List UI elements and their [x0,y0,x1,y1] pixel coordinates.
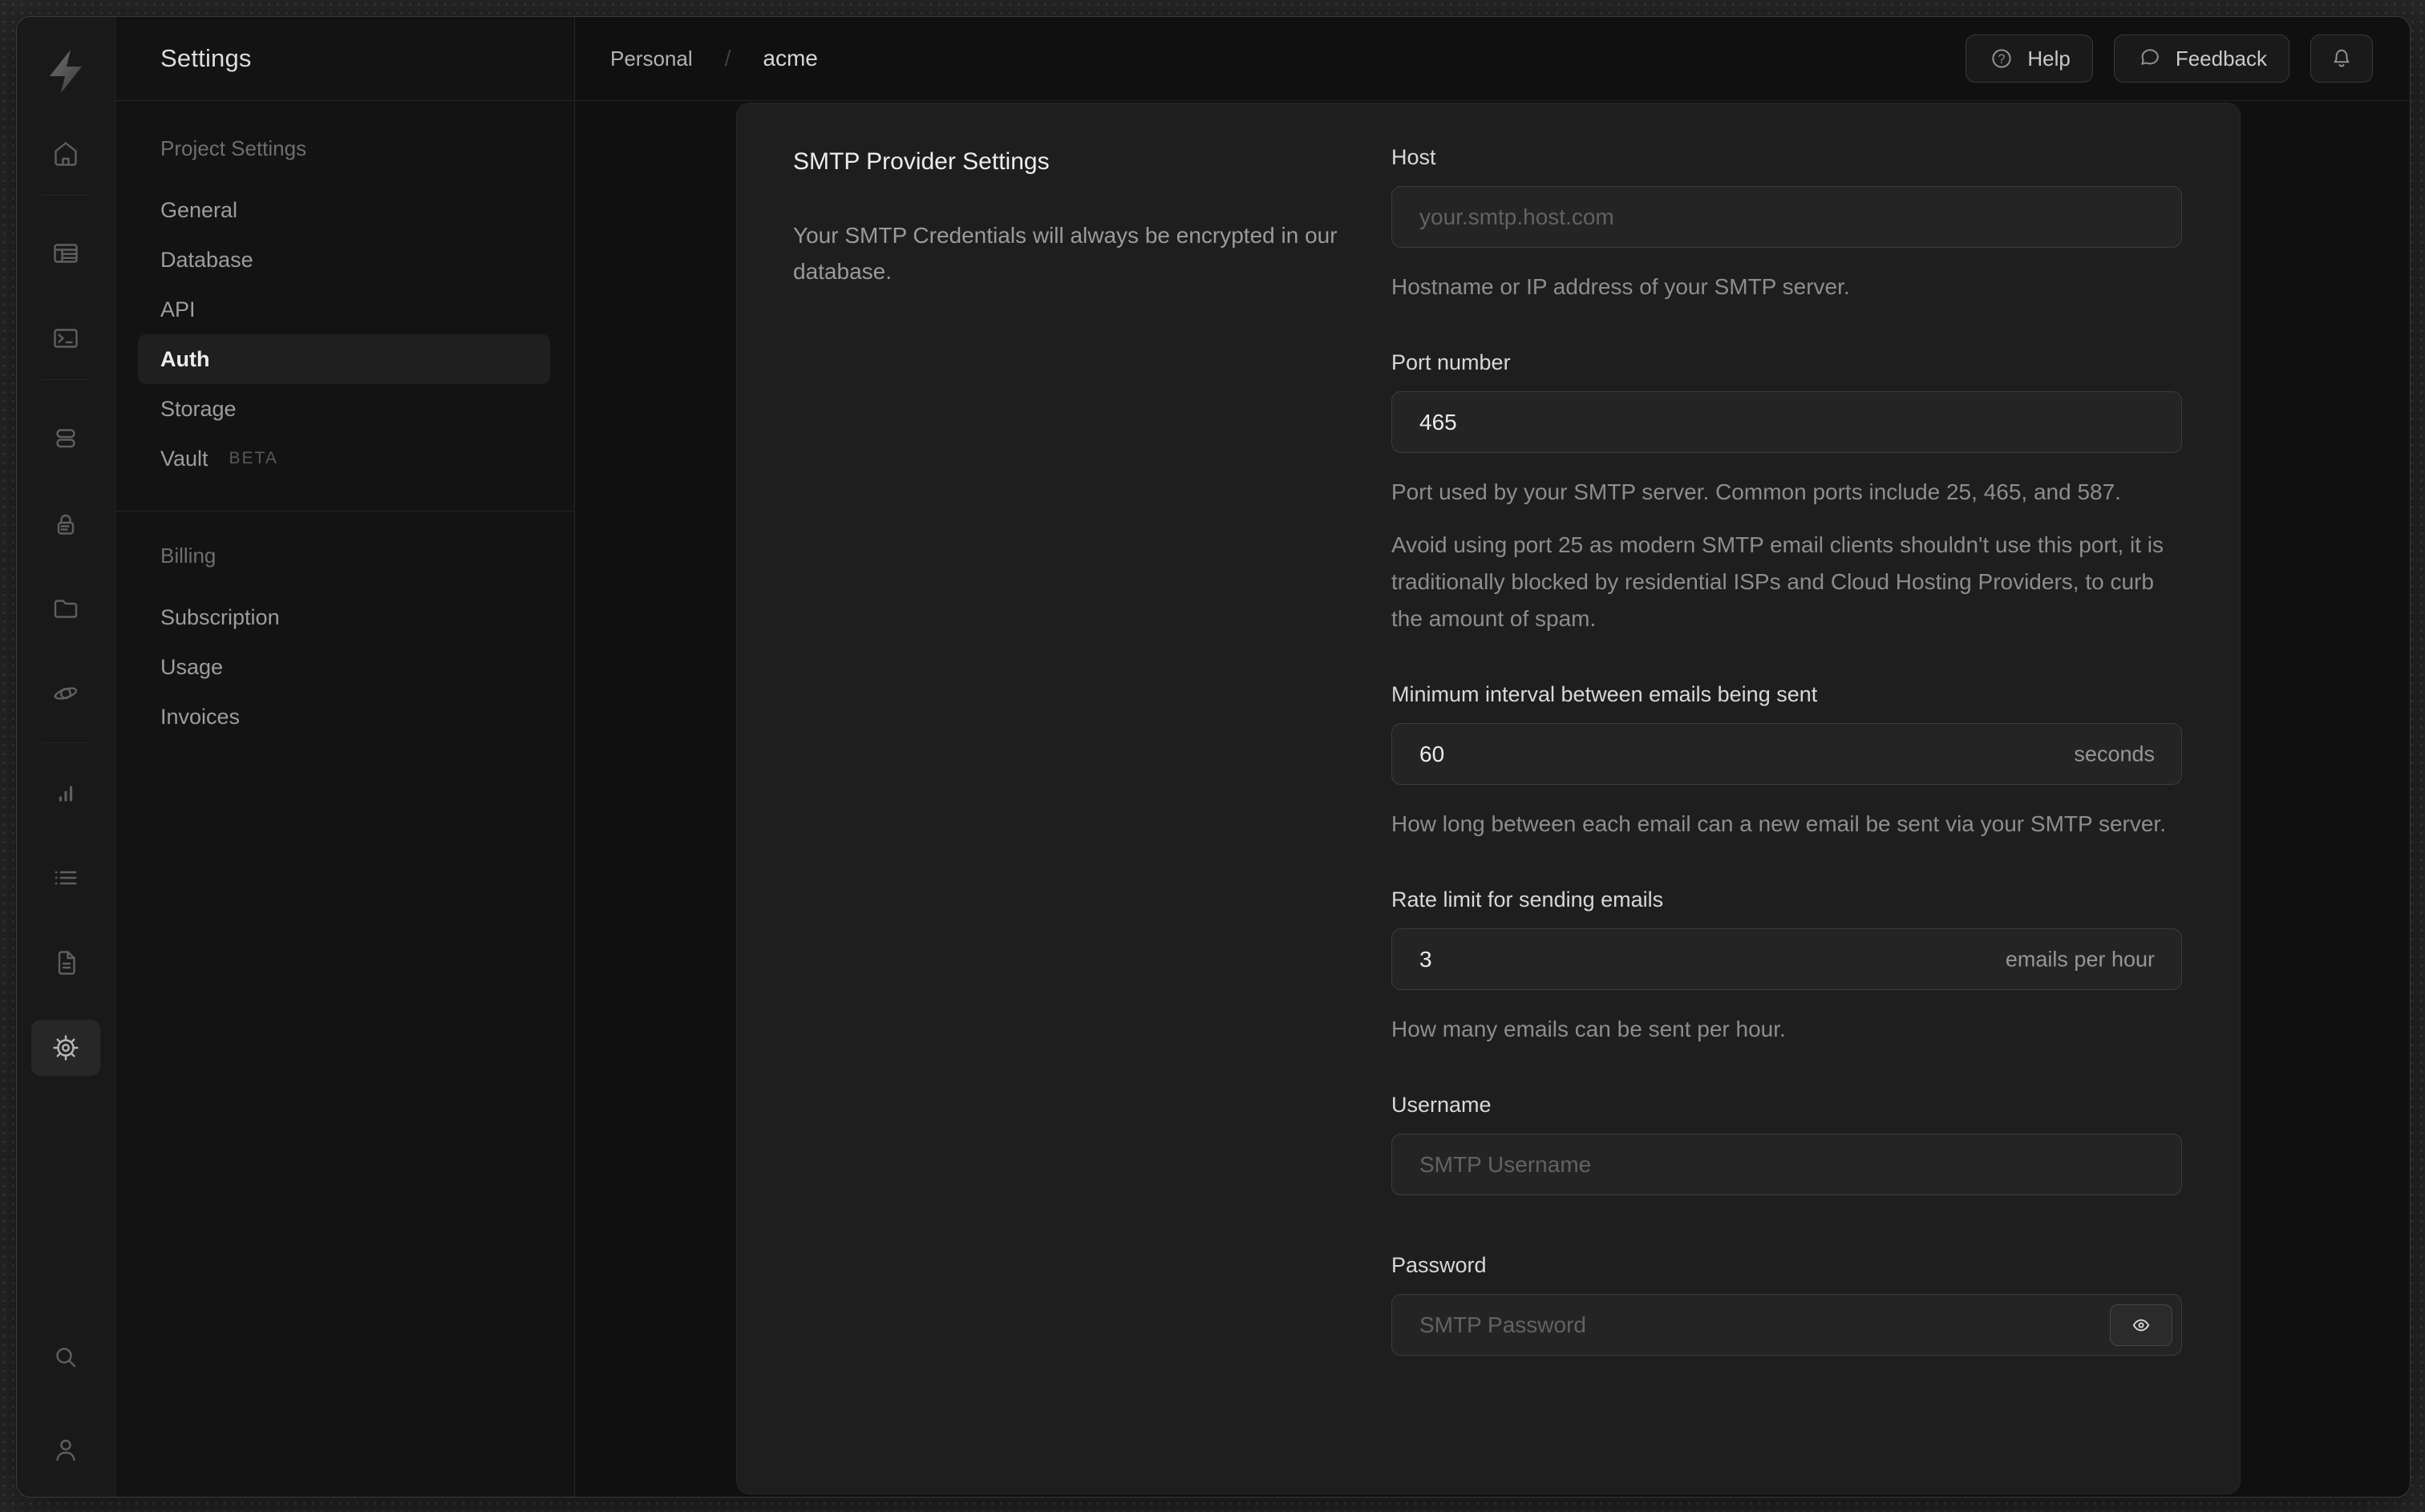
svg-text:?: ? [1998,52,2006,67]
port-helper-warning: Avoid using port 25 as modern SMTP email… [1391,532,2164,631]
icon-rail [17,17,115,1497]
notifications-button[interactable] [2310,34,2373,83]
host-helper: Hostname or IP address of your SMTP serv… [1391,274,1850,299]
content-body: SMTP Provider Settings Your SMTP Credent… [575,101,2410,1497]
edge-functions-icon[interactable] [35,665,96,722]
home-icon[interactable] [35,126,96,182]
sidebar-header: Settings [115,17,574,101]
rail-divider [42,379,90,380]
app-window: Settings Project Settings General Databa… [16,16,2411,1498]
table-editor-icon[interactable] [35,225,96,281]
port-helper: Port used by your SMTP server. Common po… [1391,479,2121,504]
port-input[interactable] [1391,391,2182,453]
sidebar-item-general[interactable]: General [138,185,550,235]
form-field-port: Port number Port used by your SMTP serve… [1391,350,2182,637]
main-content: Personal / acme ? Help Feedback SMTP Pro… [575,17,2410,1497]
panel-title: SMTP Provider Settings [793,148,1050,175]
panel-description: Your SMTP Credentials will always be enc… [793,223,1338,284]
rate-limit-helper: How many emails can be sent per hour. [1391,1017,1786,1041]
rate-limit-label: Rate limit for sending emails [1391,887,1664,912]
breadcrumb-org[interactable]: Personal [610,46,693,71]
password-label: Password [1391,1253,1487,1277]
username-input[interactable] [1391,1134,2182,1195]
bell-icon [2328,45,2355,72]
beta-badge: BETA [229,449,278,467]
smtp-form: Host Hostname or IP address of your SMTP… [1391,145,2182,1413]
content-header: Personal / acme ? Help Feedback [575,17,2410,101]
sidebar-item-vault[interactable]: Vault BETA [138,434,550,483]
sql-editor-icon[interactable] [35,310,96,366]
logs-list-icon[interactable] [35,850,96,906]
eye-icon [2128,1312,2154,1338]
sidebar-item-database[interactable]: Database [138,235,550,285]
breadcrumb: Personal / acme [610,46,818,71]
feedback-bubble-icon [2136,45,2164,72]
sidebar-item-storage[interactable]: Storage [138,384,550,434]
help-button[interactable]: ? Help [1966,34,2093,83]
reports-chart-icon[interactable] [35,765,96,821]
settings-gear-icon[interactable] [31,1020,100,1076]
form-field-password: Password [1391,1253,2182,1356]
sidebar-item-usage[interactable]: Usage [138,642,550,692]
section-title-billing: Billing [160,544,217,568]
min-interval-input[interactable] [1391,723,2182,785]
port-label: Port number [1391,350,1511,374]
page-title: Settings [160,44,252,72]
smtp-settings-panel: SMTP Provider Settings Your SMTP Credent… [737,103,2240,1494]
rail-divider [42,742,90,743]
form-field-rate-limit: Rate limit for sending emails emails per… [1391,887,2182,1048]
rail-divider [42,195,90,196]
breadcrumb-separator: / [724,46,731,71]
api-docs-icon[interactable] [35,935,96,991]
rate-limit-input[interactable] [1391,928,2182,990]
feedback-button-label: Feedback [2175,46,2267,71]
search-icon[interactable] [35,1329,96,1385]
auth-lock-icon[interactable] [35,497,96,553]
panel-intro: SMTP Provider Settings Your SMTP Credent… [793,148,1346,289]
host-label: Host [1391,145,1436,169]
min-interval-helper: How long between each email can a new em… [1391,811,2166,836]
sidebar-item-invoices[interactable]: Invoices [138,692,550,742]
desktop-wallpaper: Settings Project Settings General Databa… [0,0,2425,1512]
settings-sidebar: Settings Project Settings General Databa… [115,17,575,1497]
storage-folder-icon[interactable] [35,580,96,637]
supabase-logo-icon[interactable] [17,47,115,95]
user-profile-icon[interactable] [35,1422,96,1478]
host-input[interactable] [1391,186,2182,248]
help-button-label: Help [2027,46,2071,71]
database-icon[interactable] [35,410,96,467]
form-field-username: Username [1391,1093,2182,1195]
reveal-password-button[interactable] [2110,1304,2172,1346]
password-input[interactable] [1391,1294,2182,1356]
header-actions: ? Help Feedback [1966,34,2373,83]
username-label: Username [1391,1093,1492,1117]
form-field-min-interval: Minimum interval between emails being se… [1391,682,2182,843]
min-interval-label: Minimum interval between emails being se… [1391,682,1818,706]
help-circle-icon: ? [1988,45,2015,72]
sidebar-item-subscription[interactable]: Subscription [138,592,550,642]
feedback-button[interactable]: Feedback [2113,34,2289,83]
form-field-host: Host Hostname or IP address of your SMTP… [1391,145,2182,305]
settings-nav: Project Settings General Database API Au… [115,101,574,742]
sidebar-item-auth[interactable]: Auth [138,334,550,384]
section-title-project-settings: Project Settings [160,136,307,160]
breadcrumb-project[interactable]: acme [763,46,817,71]
sidebar-item-api[interactable]: API [138,285,550,334]
